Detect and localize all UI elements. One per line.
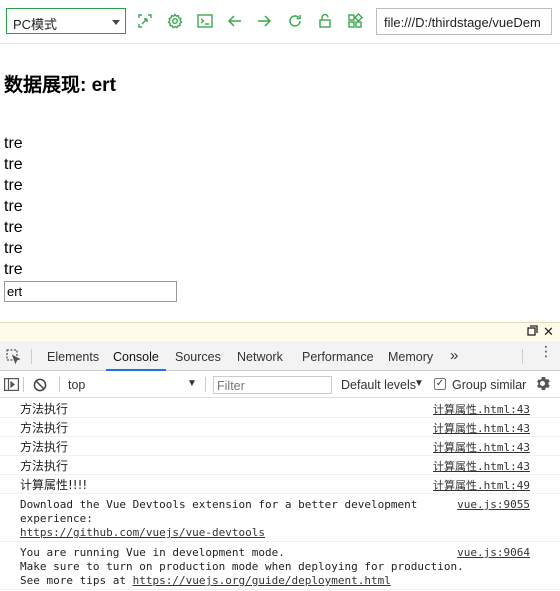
message-text: 方法执行 xyxy=(20,402,69,416)
console-message: 方法执行 计算属性.html:43 xyxy=(0,456,560,475)
lock-icon[interactable] xyxy=(316,12,334,30)
list-item: tre xyxy=(4,240,23,257)
inspect-icon[interactable] xyxy=(6,349,21,369)
grid-icon[interactable] xyxy=(346,12,364,30)
message-text: 计算属性!!!! xyxy=(20,478,88,492)
source-link[interactable]: 计算属性.html:43 xyxy=(433,422,530,436)
message-text: Download the Vue Devtools extension for … xyxy=(20,498,417,540)
page-title: 数据展现: ert xyxy=(4,75,116,96)
log-levels-label: Default levels xyxy=(341,378,417,392)
filter-input[interactable]: Filter xyxy=(213,376,332,394)
source-link[interactable]: 计算属性.html:43 xyxy=(433,441,530,455)
tab-performance[interactable]: Performance xyxy=(302,341,374,371)
divider xyxy=(23,377,24,392)
tab-memory[interactable]: Memory xyxy=(388,341,433,371)
group-similar-checkbox[interactable]: ✓ xyxy=(434,378,446,390)
group-similar-label: Group similar xyxy=(452,378,527,392)
screenshot-icon[interactable] xyxy=(136,12,154,30)
source-link[interactable]: 计算属性.html:49 xyxy=(433,479,530,493)
list-item: tre xyxy=(4,156,23,173)
source-link[interactable]: vue.js:9064 xyxy=(457,546,530,560)
kebab-menu-icon[interactable]: ⋮ xyxy=(539,344,553,358)
source-link[interactable]: vue.js:9055 xyxy=(457,498,530,512)
reload-icon[interactable] xyxy=(286,12,304,30)
browser-toolbar: PC模式 file:///D:/thirdstage/vueDem xyxy=(0,0,560,44)
address-bar[interactable]: file:///D:/thirdstage/vueDem xyxy=(376,8,552,35)
console-message: 方法执行 计算属性.html:43 xyxy=(0,437,560,456)
console-message: Download the Vue Devtools extension for … xyxy=(0,494,560,542)
console-message: 方法执行 计算属性.html:43 xyxy=(0,399,560,418)
undock-icon[interactable] xyxy=(527,325,538,339)
divider xyxy=(59,377,60,392)
message-text: 方法执行 xyxy=(20,459,69,473)
tab-console[interactable]: Console xyxy=(106,341,166,371)
message-text: 方法执行 xyxy=(20,421,69,435)
address-bar-text: file:///D:/thirdstage/vueDem xyxy=(384,15,541,30)
console-message: 计算属性!!!! 计算属性.html:49 xyxy=(0,475,560,494)
divider xyxy=(205,377,206,392)
chevron-down-icon xyxy=(112,20,120,25)
tab-sources[interactable]: Sources xyxy=(175,341,221,371)
message-line: Download the Vue Devtools extension for … xyxy=(20,498,418,511)
terminal-icon[interactable] xyxy=(196,12,214,30)
devtools-tabs: Elements Console Sources Network Perform… xyxy=(0,341,560,371)
forward-icon[interactable] xyxy=(255,12,273,30)
message-line: You are running Vue in development mode. xyxy=(20,546,285,559)
more-tabs-button[interactable]: » xyxy=(450,341,458,371)
back-icon[interactable] xyxy=(226,12,244,30)
gear-icon[interactable] xyxy=(535,376,550,396)
sidebar-toggle-icon[interactable] xyxy=(4,378,20,396)
list-item: tre xyxy=(4,177,23,194)
context-selector-value: top xyxy=(68,378,86,392)
message-text: You are running Vue in development mode.… xyxy=(20,546,464,588)
message-line: Make sure to turn on production mode whe… xyxy=(20,560,464,573)
message-text: 方法执行 xyxy=(20,440,69,454)
devtools-header: ✕ xyxy=(0,322,560,341)
close-icon[interactable]: ✕ xyxy=(543,325,554,339)
list-item: tre xyxy=(4,219,23,236)
source-link[interactable]: 计算属性.html:43 xyxy=(433,403,530,417)
caret-down-icon: ▼ xyxy=(414,378,424,389)
message-line: See more tips at xyxy=(20,574,133,587)
list-item: tre xyxy=(4,135,23,152)
filter-placeholder: Filter xyxy=(217,379,245,393)
page-content: 数据展现: ert tre tre tre tre tre tre tre xyxy=(0,45,560,322)
tab-elements[interactable]: Elements xyxy=(47,341,99,371)
divider xyxy=(31,349,32,364)
mode-select-value: PC模式 xyxy=(13,17,58,32)
tab-network[interactable]: Network xyxy=(237,341,283,371)
console-toolbar: top ▼ Filter Default levels ▼ ✓ Group si… xyxy=(0,372,560,398)
message-line: experience: xyxy=(20,512,93,525)
clear-console-icon[interactable] xyxy=(33,378,47,397)
item-list: tre tre tre tre tre tre tre xyxy=(4,133,23,280)
caret-down-icon: ▼ xyxy=(187,378,197,389)
list-item: tre xyxy=(4,261,23,278)
console-message: You are running Vue in development mode.… xyxy=(0,542,560,590)
console-message: 方法执行 计算属性.html:43 xyxy=(0,418,560,437)
text-input[interactable] xyxy=(4,281,177,302)
source-link[interactable]: 计算属性.html:43 xyxy=(433,460,530,474)
divider xyxy=(522,349,523,364)
list-item: tre xyxy=(4,198,23,215)
settings-icon[interactable] xyxy=(166,12,184,30)
mode-select[interactable]: PC模式 xyxy=(6,8,126,34)
devtools-link[interactable]: https://github.com/vuejs/vue-devtools xyxy=(20,526,265,539)
console-output: 方法执行 计算属性.html:43 方法执行 计算属性.html:43 方法执行… xyxy=(0,399,560,591)
deployment-link[interactable]: https://vuejs.org/guide/deployment.html xyxy=(133,574,391,587)
